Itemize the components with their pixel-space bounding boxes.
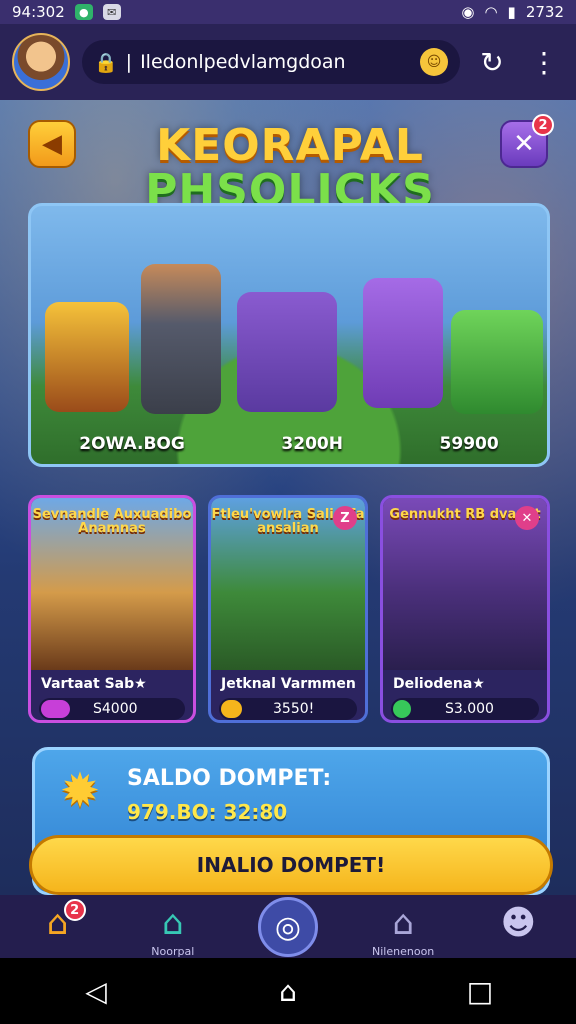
nav-game[interactable]: ◎ [248,895,328,958]
nav-home[interactable]: ⌂ 2 [18,895,98,958]
card-close-button[interactable]: ✕ [515,506,539,530]
nav-house[interactable]: ⌂ Noorpal [133,895,213,958]
star-gear-icon: ✹ [59,763,101,819]
banner-price: 3200H [281,434,343,454]
card-title: Sevnandle Auxuadibo Anamnas [32,507,192,536]
reload-icon: ↻ [480,45,504,79]
browser-toolbar: 🔒 | Iledonlpedvlamgdoan ☺ ↻ ⋮ [0,24,576,100]
game-card[interactable]: Ftleu'vowlra Salid Fa ansalian Z Jetknal… [208,495,368,723]
url-field[interactable]: 🔒 | Iledonlpedvlamgdoan ☺ [82,40,460,84]
game-icon: ◎ [257,897,318,957]
system-navigation: ◁ ⌂ □ [0,958,576,1024]
game-card[interactable]: Sevnandle Auxuadibo Anamnas Vartaat Sab★… [28,495,196,723]
home-circle-icon[interactable]: ⌂ [258,975,318,1008]
emoji-icon[interactable]: ☺ [420,48,448,76]
title-line1: KEORAPAL [156,120,424,171]
status-clock: 2732 [525,3,564,21]
card-value: S3.000 [445,701,494,717]
status-bar: 94:302 ● ✉ ◉ ◠ ▮ 2732 [0,0,576,24]
card-label: Deliodena★ [393,676,485,692]
wallet-title: SALDO DOMPET: [127,766,332,791]
hero-banner[interactable]: 2OWA.BOG 3200H 59900 [28,203,550,467]
back-button[interactable]: ◀ [28,120,76,168]
close-icon: ✕ [513,129,535,159]
wallet-panel: ✹ SALDO DOMPET: 979.BO: 32:80 INALIO DOM… [29,747,553,895]
chat-notification-icon: ● [74,4,93,20]
bottom-navigation: ⌂ 2 ⌂ Noorpal ◎ ⌂ Nilenenoon ☻ [0,895,576,958]
knight-character-icon [141,264,221,414]
mage-character-icon [363,278,443,408]
house-icon: ⌂ [161,903,184,943]
card-bar-fill [221,700,242,718]
wizard-character-icon [237,292,337,412]
nav-label: Nilenenoon [372,945,435,958]
wifi-icon: ◠ [484,3,498,21]
menu-button[interactable]: ⋮ [524,42,564,82]
nav-shop[interactable]: ⌂ Nilenenoon [363,895,443,958]
wallet-button[interactable]: INALIO DOMPET! [29,835,553,895]
lock-icon: 🔒 [94,51,118,74]
cursor-icon: | [125,51,133,73]
banner-price: 59900 [439,434,499,454]
recents-square-icon[interactable]: □ [450,975,510,1008]
card-value: S4000 [93,701,138,717]
shop-icon: ⌂ [392,903,414,943]
banner-prices: 2OWA.BOG 3200H 59900 [31,434,547,454]
close-icon: ✕ [521,510,533,526]
nav-chat[interactable]: ☻ [478,895,558,958]
close-button[interactable]: ✕ 2 [500,114,554,168]
nav-label: Noorpal [151,945,195,958]
signal-icon: ▮ [507,3,516,21]
card-label: Jetknal Varmmen [221,676,356,692]
wallet-balance: 979.BO: 32:80 [127,800,288,824]
card-progress: 3550! [219,698,357,720]
game-title: KEORAPAL PHSOLICKS [130,120,450,216]
card-value: 3550! [273,701,315,717]
back-arrow-icon: ◀ [42,129,62,159]
more-vertical-icon: ⋮ [530,45,558,79]
close-badge: 2 [532,114,554,136]
game-card[interactable]: Gennukht RB dvanet ✕ Deliodena★ S3.000 [380,495,550,723]
location-icon: ◉ [461,3,475,21]
monster-character-icon [451,310,543,414]
treasure-chest-icon [45,302,129,412]
card-bar-fill [41,700,71,718]
card-close-button[interactable]: Z [333,506,357,530]
close-icon: Z [340,510,350,526]
banner-price: 2OWA.BOG [79,434,185,454]
card-label: Vartaat Sab★ [41,676,147,692]
chat-icon: ☻ [500,903,537,943]
card-progress: S3.000 [391,698,539,720]
back-triangle-icon[interactable]: ◁ [66,975,126,1008]
mail-notification-icon: ✉ [102,4,121,20]
home-badge: 2 [63,899,86,921]
avatar[interactable] [12,33,70,91]
card-progress: S4000 [39,698,185,720]
status-time: 94:302 [12,3,65,21]
reload-button[interactable]: ↻ [472,42,512,82]
game-content: ◀ KEORAPAL PHSOLICKS ✕ 2 2OWA.BOG 3200H … [0,100,576,895]
card-bar-fill [393,700,411,718]
url-text: Iledonlpedvlamgdoan [140,51,346,73]
